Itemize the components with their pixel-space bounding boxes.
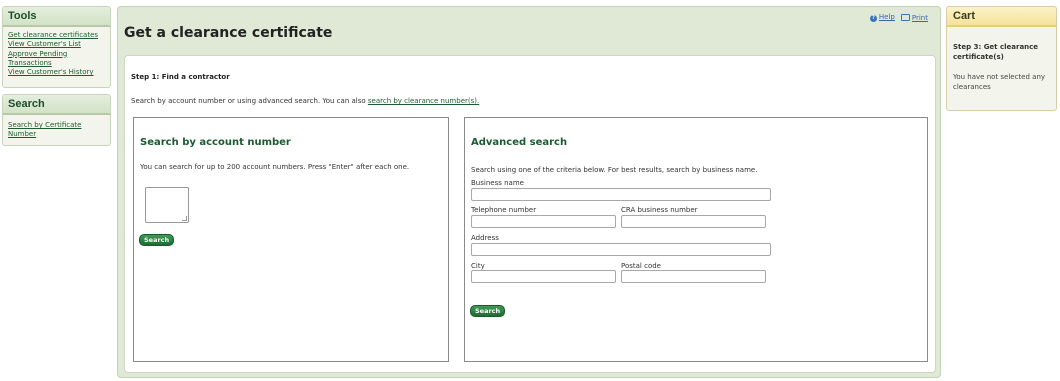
search-by-certificate-link[interactable]: Search by Certificate (8, 121, 105, 130)
tools-link-view-customers-list[interactable]: View Customer's List (8, 40, 105, 49)
search-panel-title: Search (3, 95, 110, 115)
cart-panel: Cart Step 3: Get clearance certificate(s… (946, 6, 1057, 111)
help-icon[interactable]: ? (869, 15, 877, 22)
tools-link-approve-pending[interactable]: Approve Pending (8, 50, 105, 59)
tools-panel: Tools Get clearance certificates View Cu… (2, 6, 111, 88)
city-field[interactable] (471, 270, 616, 283)
step-title: Step 1: Find a contractor (131, 73, 230, 81)
cart-empty-message: You have not selected any clearances (953, 73, 1046, 91)
search-panel: Search Search by Certificate Number (2, 94, 111, 146)
tools-link-transactions[interactable]: Transactions (8, 59, 105, 68)
tools-link-get-clearance-certificates[interactable]: Get clearance certificates (8, 31, 105, 40)
cra-number-field[interactable] (621, 215, 766, 228)
main-panel: ? Help Print Get a clearance certificate … (117, 6, 941, 378)
address-field[interactable] (471, 243, 771, 256)
postal-code-field[interactable] (621, 270, 766, 283)
help-link-wrap[interactable]: ? Help (869, 13, 895, 22)
intro-text: Search by account number or using advanc… (131, 97, 366, 105)
print-link-wrap[interactable]: Print (900, 13, 928, 22)
postal-code-label: Postal code (621, 262, 661, 270)
account-search-box: Search by account number You can search … (133, 117, 449, 362)
advanced-search-button[interactable]: Search (470, 305, 506, 317)
tools-panel-title: Tools (3, 7, 110, 27)
page-toolbar: ? Help Print (869, 13, 928, 22)
search-by-clearance-number-link[interactable]: search by clearance number(s). (368, 97, 479, 105)
tools-links: Get clearance certificates View Customer… (3, 27, 110, 81)
telephone-field[interactable] (471, 215, 616, 228)
city-label: City (471, 262, 485, 270)
textarea-resize-grip-icon[interactable] (182, 216, 187, 221)
address-label: Address (471, 234, 499, 242)
account-search-title: Search by account number (140, 137, 291, 148)
advanced-search-description: Search using one of the criteria below. … (471, 166, 758, 174)
tools-link-view-customers-history[interactable]: View Customer's History (8, 68, 105, 77)
business-name-field[interactable] (471, 188, 771, 201)
content-area: Step 1: Find a contractor Search by acco… (124, 55, 936, 373)
business-name-label: Business name (471, 179, 524, 187)
intro-text-line: Search by account number or using advanc… (131, 97, 479, 105)
cart-title: Cart (947, 7, 1056, 27)
search-panel-links: Search by Certificate Number (3, 115, 110, 144)
telephone-label: Telephone number (471, 206, 537, 214)
advanced-search-box: Advanced search Search using one of the … (464, 117, 928, 362)
account-search-button[interactable]: Search (139, 234, 175, 246)
search-by-certificate-link-number[interactable]: Number (8, 130, 105, 139)
cra-number-label: CRA business number (621, 206, 698, 214)
cart-step-text: Step 3: Get clearance certificate(s) (953, 43, 1039, 61)
account-search-description: You can search for up to 200 account num… (140, 163, 410, 171)
print-icon[interactable] (900, 13, 910, 21)
page-title: Get a clearance certificate (124, 25, 333, 41)
help-link[interactable]: Help (879, 13, 895, 21)
account-numbers-textarea[interactable] (145, 187, 189, 223)
advanced-search-title: Advanced search (471, 137, 568, 148)
print-link[interactable]: Print (912, 14, 928, 22)
